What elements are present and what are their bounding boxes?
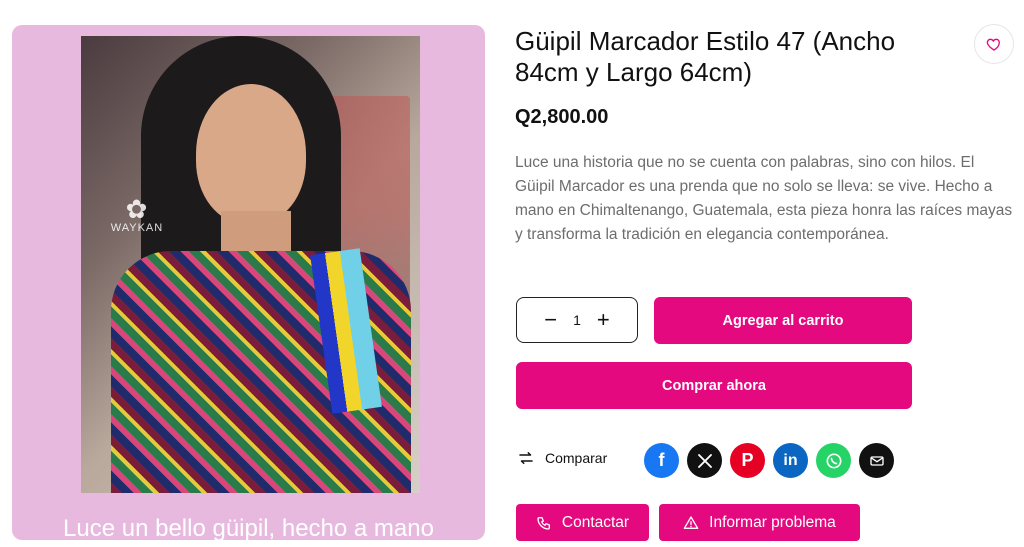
quantity-decrease-button[interactable]: − [544, 309, 557, 331]
quantity-increase-button[interactable]: + [597, 309, 610, 331]
quantity-value[interactable]: 1 [573, 312, 581, 328]
pinterest-icon[interactable]: P [730, 443, 765, 478]
linkedin-icon[interactable]: in [773, 443, 808, 478]
product-description: Luce una historia que no se cuenta con p… [515, 154, 1013, 243]
product-image[interactable]: ✿ WAYKAN [81, 36, 420, 493]
warning-icon [683, 515, 699, 529]
compare-label: Comparar [545, 450, 608, 466]
buy-now-button[interactable]: Comprar ahora [516, 362, 912, 409]
facebook-icon[interactable]: f [644, 443, 679, 478]
envelope-icon [869, 455, 884, 466]
product-price: Q2,800.00 [515, 106, 609, 128]
quantity-stepper: − 1 + [516, 297, 638, 343]
flower-logo-icon: ✿ [125, 194, 149, 224]
wishlist-button[interactable] [974, 24, 1014, 64]
share-bar: f P in [644, 443, 894, 478]
product-gallery: ✿ WAYKAN Luce un bello güipil, hecho a m… [12, 25, 485, 540]
phone-icon [826, 453, 841, 468]
report-problem-button[interactable]: Informar problema [659, 504, 860, 541]
phone-icon [537, 516, 550, 530]
compare-arrows-icon [519, 452, 533, 464]
whatsapp-icon[interactable] [816, 443, 851, 478]
product-title: Güipil Marcador Estilo 47 (Ancho 84cm y … [515, 26, 896, 87]
x-logo-icon [697, 453, 712, 468]
watermark-text: WAYKAN [110, 222, 164, 234]
brand-watermark: ✿ WAYKAN [107, 196, 167, 234]
heart-icon [986, 38, 1000, 51]
contact-button[interactable]: Contactar [516, 504, 649, 541]
image-face [196, 84, 306, 224]
report-label: Informar problema [709, 513, 836, 531]
x-icon[interactable] [687, 443, 722, 478]
email-icon[interactable] [859, 443, 894, 478]
compare-button[interactable]: Comparar [517, 449, 607, 467]
contact-label: Contactar [561, 513, 630, 531]
add-to-cart-button[interactable]: Agregar al carrito [654, 297, 912, 344]
gallery-caption: Luce un bello güipil, hecho a mano [63, 515, 434, 540]
